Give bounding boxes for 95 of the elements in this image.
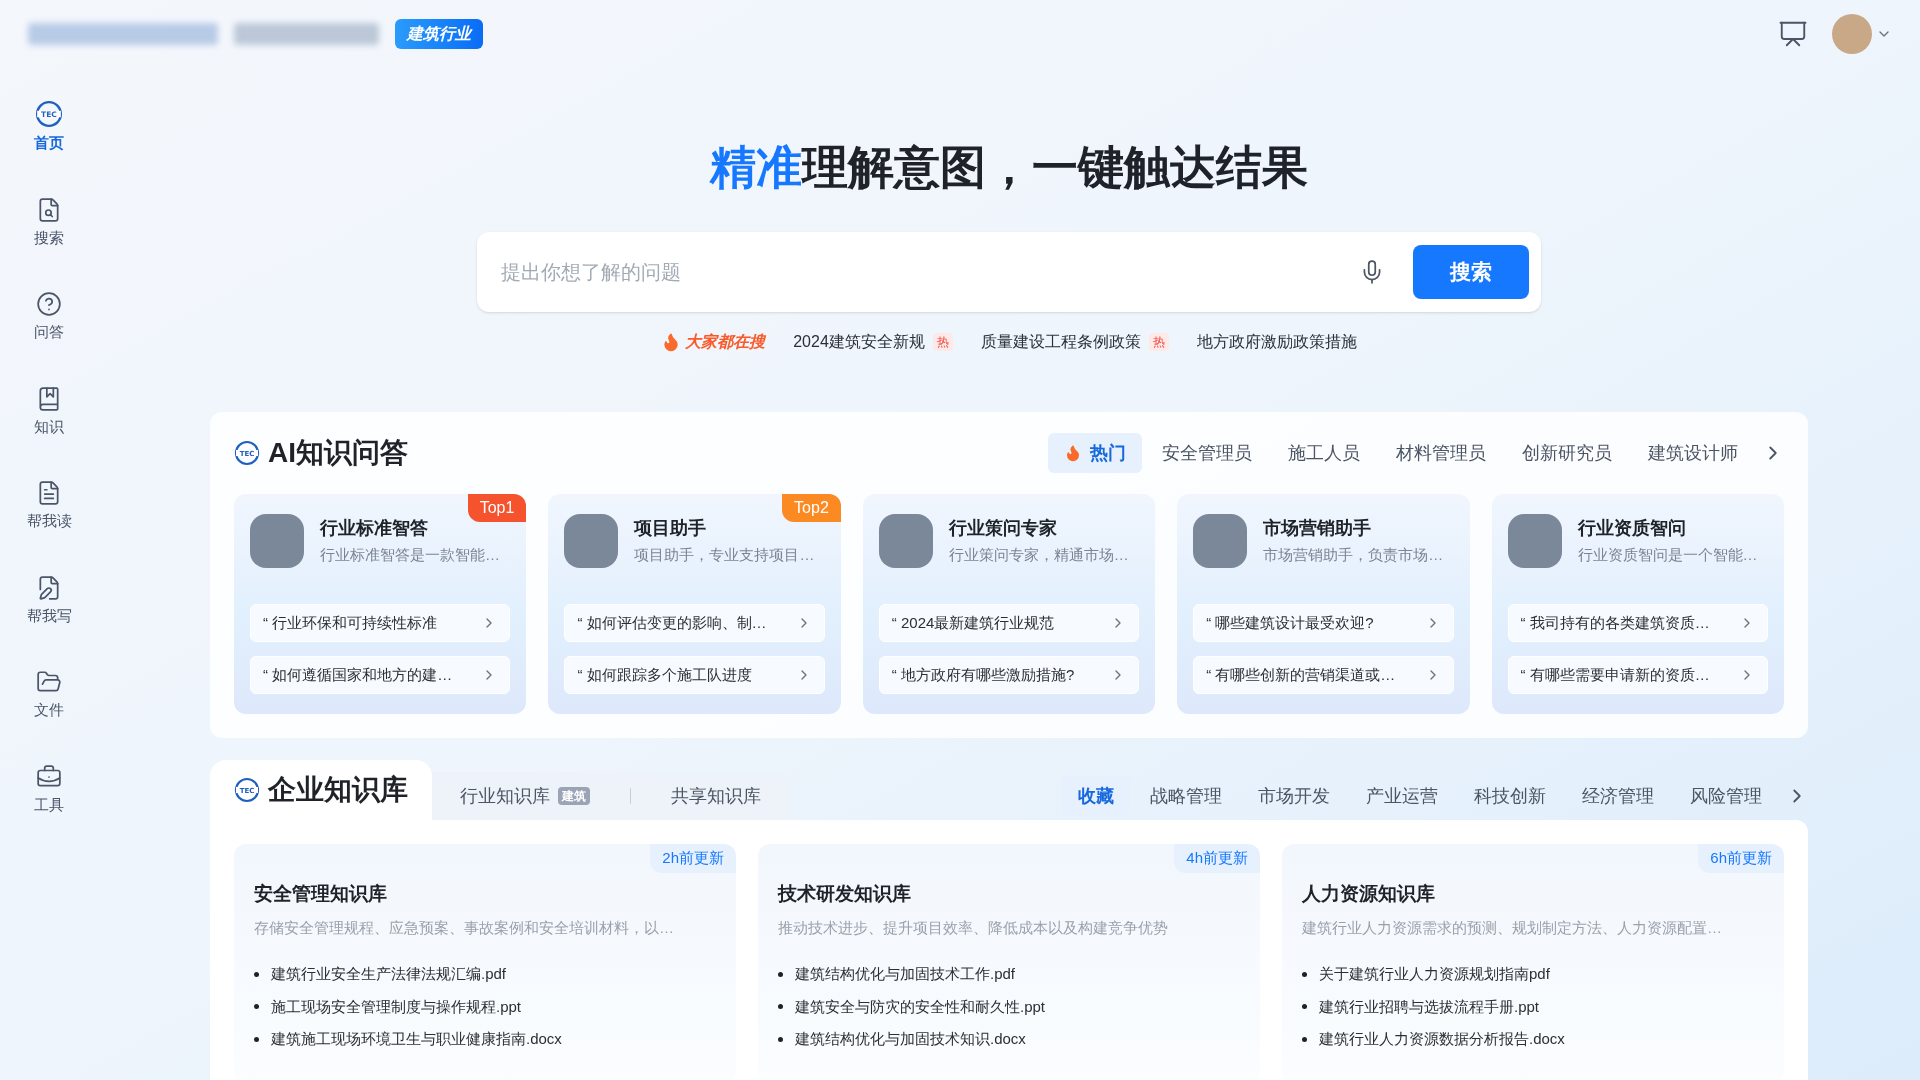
category-tab[interactable]: 材料管理员 <box>1380 433 1502 473</box>
suggested-question[interactable]: “ 有哪些需要申请新的资质… <box>1507 656 1768 694</box>
file-link[interactable]: 关于建筑行业人力资源规划指南pdf <box>1319 963 1550 986</box>
rank-badge: Top1 <box>467 494 527 522</box>
assistant-name: 项目助手 <box>634 517 708 541</box>
avatar-placeholder <box>564 514 619 568</box>
search-icon <box>36 196 62 223</box>
update-time: 6h前更新 <box>1698 844 1784 873</box>
file-link[interactable]: 建筑施工现场环境卫生与职业健康指南.docx <box>271 1028 562 1051</box>
search-button[interactable]: 搜索 <box>1413 245 1529 299</box>
knowledge-base-card[interactable]: 6h前更新 人力资源知识库 建筑行业人力资源需求的预测、规划制定方法、人力资源配置… 关于建筑行业人力资源规划指南pdf 建筑行业招聘与选拔流程手册.ppt 建筑行业人力资源数据分析报告.docx <box>1282 844 1784 1080</box>
file-link[interactable]: 建筑行业招聘与选拔流程手册.ppt <box>1319 995 1540 1018</box>
industry-badge: 建筑行业 <box>395 19 483 49</box>
sidebar-item[interactable]: 知识 <box>14 377 84 446</box>
sidebar-item[interactable]: 文件 <box>14 661 84 730</box>
sidebar-item[interactable]: 工具 <box>14 755 84 824</box>
assistant-description: 市场营销助手，负责市场… <box>1263 545 1444 566</box>
source-tab[interactable]: 共享知识库 <box>671 782 761 810</box>
knowledge-base-title: 人力资源知识库 <box>1302 882 1436 906</box>
trending-label: 大家都在搜 <box>685 332 766 352</box>
assistant-description: 行业策问专家，精通市场… <box>948 545 1129 566</box>
suggested-question[interactable]: “ 我司持有的各类建筑资质… <box>1507 604 1768 642</box>
question-icon <box>36 291 62 317</box>
file-link[interactable]: 施工现场安全管理制度与操作规程.ppt <box>271 995 522 1018</box>
avatar-placeholder <box>1193 514 1248 568</box>
knowledge-base-card[interactable]: 2h前更新 安全管理知识库 存储安全管理规程、应急预案、事故案例和安全培训材料，以… 建筑行业安全生产法律法规汇编.pdf 施工现场安全管理制度与操作规程.ppt 建筑施工现场环境卫生与职业健康指南.docx <box>234 844 736 1080</box>
hero-title: 精准理解意图，一键触达结果 <box>708 144 1309 190</box>
assistant-name: 行业策问专家 <box>948 517 1058 541</box>
assistant-card[interactable]: 行业策问专家 行业策问专家，精通市场… “ 2024最新建筑行业规范 “ 地方政府有哪些激励措施? <box>862 494 1156 714</box>
sidebar-item[interactable]: 帮我写 <box>14 566 84 635</box>
category-tab[interactable]: 创新研究员 <box>1506 433 1628 473</box>
search-field[interactable]: 提出你想了解的问题 搜索 <box>477 232 1541 312</box>
sidebar-item[interactable]: 问答 <box>14 283 84 352</box>
sidebar-item[interactable]: 帮我读 <box>14 472 84 541</box>
rank-badge: Top2 <box>782 494 841 522</box>
file-link[interactable]: 建筑结构优化与加固技术工作.pdf <box>795 963 1016 986</box>
update-time: 4h前更新 <box>1174 844 1260 873</box>
suggested-question[interactable]: “ 有哪些创新的营销渠道或… <box>1193 656 1454 694</box>
edit-document-icon <box>36 574 62 601</box>
knowledge-base-description: 建筑行业人力资源需求的预测、规划制定方法、人力资源配置… <box>1302 917 1723 938</box>
assistant-card[interactable]: Top1 行业标准智答 行业标准智答是一款智能… “ 行业环保和可持续性标准 “ 如何遵循国家和地方的建… <box>234 494 527 714</box>
toolbox-icon <box>36 763 62 790</box>
trending-search-link[interactable]: 质量建设工程条例政策 <box>980 330 1141 354</box>
file-link[interactable]: 建筑行业人力资源数据分析报告.docx <box>1319 1028 1565 1051</box>
sidebar-item[interactable]: 搜索 <box>14 188 84 257</box>
category-tab[interactable]: 科技创新 <box>1458 776 1562 816</box>
avatar-placeholder <box>1507 514 1562 568</box>
knowledge-base-title: 安全管理知识库 <box>254 882 388 906</box>
assistant-card[interactable]: 市场营销助手 市场营销助手，负责市场… “ 哪些建筑设计最受欢迎? “ 有哪些创新的营销渠道或… <box>1177 494 1470 714</box>
category-tab[interactable]: 风险管理 <box>1674 776 1778 816</box>
suggested-question[interactable]: “ 哪些建筑设计最受欢迎? <box>1193 604 1454 642</box>
assistant-description: 行业标准智答是一款智能… <box>320 545 500 566</box>
assistant-name: 市场营销助手 <box>1263 517 1373 541</box>
hot-tag: 热 <box>1148 333 1169 351</box>
file-link[interactable]: 建筑安全与防灾的安全性和耐久性.ppt <box>795 995 1046 1018</box>
document-icon <box>36 480 62 506</box>
assistant-name: 行业资质智问 <box>1577 517 1687 541</box>
update-time: 2h前更新 <box>650 844 736 873</box>
category-tab[interactable]: 热门 <box>1048 433 1142 473</box>
category-tab[interactable]: 施工人员 <box>1272 433 1376 473</box>
assistant-card[interactable]: Top2 项目助手 项目助手，专业支持项目… “ 如何评估变更的影响、制… “ 如何跟踪多个施工队进度 <box>548 494 841 714</box>
trending-search-link[interactable]: 地方政府激励政策措施 <box>1196 330 1357 354</box>
file-link[interactable]: 建筑结构优化与加固技术知识.docx <box>795 1028 1026 1051</box>
category-tab[interactable]: 战略管理 <box>1134 776 1238 816</box>
hot-tag: 热 <box>932 333 953 351</box>
suggested-question[interactable]: “ 行业环保和可持续性标准 <box>250 604 511 642</box>
knowledge-base-description: 推动技术进步、提升项目效率、降低成本以及构建竞争优势 <box>778 917 1169 938</box>
file-link[interactable]: 建筑行业安全生产法律法规汇编.pdf <box>271 963 507 986</box>
flame-icon <box>1064 444 1082 462</box>
suggested-question[interactable]: “ 地方政府有哪些激励措施? <box>878 656 1140 694</box>
category-tab[interactable]: 经济管理 <box>1566 776 1670 816</box>
assistant-description: 行业资质智问是一个智能… <box>1577 545 1758 566</box>
category-tab[interactable]: 建筑设计师 <box>1632 433 1754 473</box>
trending-search-link[interactable]: 2024建筑安全新规 <box>793 330 925 354</box>
suggested-question[interactable]: “ 2024最新建筑行业规范 <box>878 604 1140 642</box>
knowledge-base-card[interactable]: 4h前更新 技术研发知识库 推动技术进步、提升项目效率、降低成本以及构建竞争优势 建筑结构优化与加固技术工作.pdf 建筑安全与防灾的安全性和耐久性.ppt 建筑结构优化与加固技术知识.docx <box>758 844 1260 1080</box>
avatar-placeholder <box>250 514 304 568</box>
assistant-name: 行业标准智答 <box>320 517 429 541</box>
suggested-question[interactable]: “ 如何评估变更的影响、制… <box>564 604 825 642</box>
knowledge-base-title: 技术研发知识库 <box>778 882 912 906</box>
category-tab[interactable]: 市场开发 <box>1242 776 1346 816</box>
suggested-question[interactable]: “ 如何跟踪多个施工队进度 <box>564 656 825 694</box>
presentation-screen-icon[interactable] <box>1778 19 1808 49</box>
source-tab[interactable]: 行业知识库 建筑 <box>460 782 590 810</box>
assistant-card[interactable]: 行业资质智问 行业资质智问是一个智能… “ 我司持有的各类建筑资质… “ 有哪些需要申请新的资质… <box>1491 494 1784 714</box>
section-title: AI知识问答 <box>268 436 408 470</box>
section-title: 企业知识库 <box>268 773 408 807</box>
category-tab[interactable]: 产业运营 <box>1350 776 1454 816</box>
assistant-description: 项目助手，专业支持项目… <box>634 545 815 566</box>
avatar-placeholder <box>878 514 933 568</box>
suggested-question[interactable]: “ 如何遵循国家和地方的建… <box>250 656 511 694</box>
category-tab[interactable]: 安全管理员 <box>1146 433 1268 473</box>
book-icon <box>36 385 62 412</box>
knowledge-base-description: 存储安全管理规程、应急预案、事故案例和安全培训材料，以… <box>254 917 675 938</box>
folder-icon <box>36 669 62 695</box>
